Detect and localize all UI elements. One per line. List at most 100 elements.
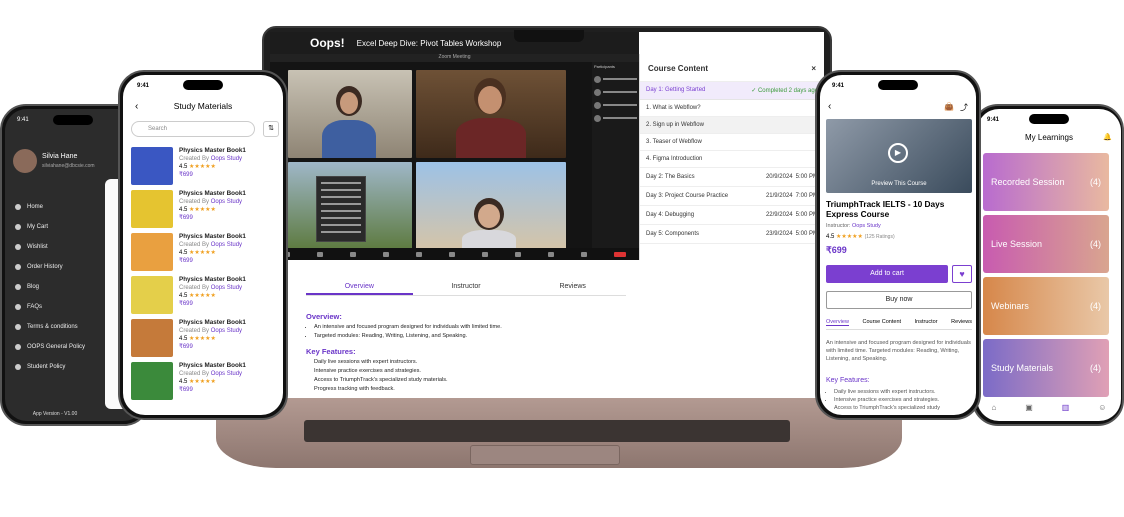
tab-instructor[interactable]: Instructor (413, 280, 520, 295)
participants-panel: Participants (592, 62, 639, 252)
list-item[interactable]: Physics Master Book1 Created By Oops Stud… (131, 362, 281, 404)
page-title: Study Materials (173, 101, 233, 111)
heart-icon (15, 244, 21, 250)
search-input[interactable]: Search (131, 121, 255, 137)
book-thumbnail (131, 147, 173, 185)
menu-item-student-policy[interactable]: Student Policy (5, 357, 105, 377)
day-1-label: Day 1: Getting Started (646, 87, 706, 93)
features-heading: Key Features: (306, 347, 356, 356)
security-icon[interactable] (349, 251, 356, 257)
bag-icon[interactable]: 👜 (944, 102, 954, 111)
instructor-line: Instructor: Oops Study (826, 223, 881, 229)
laptop-trackpad (470, 445, 620, 465)
feature-point: Daily live sessions with expert instruct… (834, 388, 972, 396)
list-item[interactable]: Physics Master Book1 Created By Oops Stud… (131, 147, 281, 189)
tab-instructor[interactable]: Instructor (915, 319, 938, 326)
status-time: 9:41 (17, 117, 29, 123)
lesson-item[interactable]: 1. What is Webflow? (640, 100, 824, 117)
learnings-phone: 9:41 My Learnings 🔔 Recorded Session (4) … (972, 104, 1124, 426)
overview-point: An intensive and focused program designe… (314, 323, 626, 332)
buy-now-button[interactable]: Buy now (826, 291, 972, 309)
menu-item-home[interactable]: Home (5, 197, 105, 217)
book-thumbnail (131, 319, 173, 357)
user-email: silviahane@dbcsie.com (42, 163, 95, 169)
meeting-toolbar (270, 248, 639, 260)
list-item[interactable]: Physics Master Book1 Created By Oops Stud… (131, 190, 281, 232)
status-time: 9:41 (832, 83, 845, 89)
play-icon[interactable]: ▶ (888, 143, 908, 163)
list-item[interactable]: Physics Master Book1 Created By Oops Stud… (131, 276, 281, 318)
end-meeting-button[interactable] (613, 251, 626, 257)
share-icon[interactable]: ⤴ (960, 102, 968, 113)
list-item[interactable]: Physics Master Book1 Created By Oops Stud… (131, 319, 281, 361)
lesson-item[interactable]: 3. Teaser of Webflow (640, 134, 824, 151)
share-icon[interactable] (448, 251, 455, 257)
participants-menu[interactable] (316, 176, 366, 242)
menu-item-faqs[interactable]: FAQs (5, 297, 105, 317)
menu-item-cart[interactable]: My Cart (5, 217, 105, 237)
feature-point: Progress tracking with feedback. (314, 385, 626, 394)
more-icon[interactable] (580, 251, 587, 257)
day-1-row[interactable]: Day 1: Getting Started ✓ Completed 2 day… (640, 82, 824, 100)
lesson-item[interactable]: 2. Sign up in Webflow (640, 117, 824, 134)
menu-item-terms[interactable]: Terms & conditions (5, 317, 105, 337)
tab-reviews[interactable]: Reviews (951, 319, 972, 326)
study-materials-phone: 9:41 ‹ Study Materials Search ⇅ Physics … (118, 70, 288, 420)
video-tile-city[interactable] (416, 162, 566, 250)
reactions-icon[interactable] (514, 251, 521, 257)
profile-icon[interactable]: ☺ (1098, 403, 1106, 412)
feature-point: Intensive practice exercises and strateg… (314, 367, 626, 376)
history-icon (15, 264, 21, 270)
menu-item-wishlist[interactable]: Wishlist (5, 237, 105, 257)
card-live-session[interactable]: Live Session (4) (983, 215, 1109, 273)
lesson-item[interactable]: 4. Figma Introduction (640, 151, 824, 168)
avatar[interactable] (13, 149, 37, 173)
day-name: Day 4: Debugging (646, 212, 695, 218)
feature-point: Access to TriumphTrack's specialized stu… (834, 404, 972, 412)
participants-icon[interactable] (382, 251, 389, 257)
back-icon[interactable]: ‹ (828, 101, 831, 112)
menu-item-blog[interactable]: Blog (5, 277, 105, 297)
tab-reviews[interactable]: Reviews (519, 280, 626, 295)
close-icon[interactable]: × (811, 64, 816, 73)
day-row[interactable]: Day 5: Components 23/9/2024 5:00 PM (640, 225, 824, 244)
add-to-cart-button[interactable]: Add to cart (826, 265, 948, 283)
tab-overview[interactable]: Overview (306, 280, 413, 295)
chat-icon[interactable] (415, 251, 422, 257)
menu-item-order-history[interactable]: Order History (5, 257, 105, 277)
overview-heading: Overview: (306, 312, 342, 321)
course-content-title: Course Content (648, 64, 708, 73)
sort-icon[interactable]: ⇅ (263, 121, 279, 137)
overview-point: Targeted modules: Reading, Writing, List… (314, 332, 626, 341)
menu-item-policy[interactable]: OOPS General Policy (5, 337, 105, 357)
laptop-tabs: Overview Instructor Reviews (306, 280, 626, 296)
side-menu: Home My Cart Wishlist Order History Blog… (5, 197, 105, 377)
features-heading: Key Features: (826, 377, 870, 384)
video-tile-man[interactable] (416, 70, 566, 158)
video-icon[interactable] (316, 251, 323, 257)
card-webinars[interactable]: Webinars (4) (983, 277, 1109, 335)
course-video-preview[interactable]: ▶ Preview This Course (826, 119, 972, 193)
card-study-materials[interactable]: Study Materials (4) (983, 339, 1109, 397)
day-row[interactable]: Day 2: The Basics 20/9/2024 5:00 PM (640, 168, 824, 187)
day-row[interactable]: Day 3: Project Course Practice 21/9/2024 7… (640, 187, 824, 206)
apps-icon[interactable] (547, 251, 554, 257)
home-icon[interactable]: ⌂ (991, 403, 996, 412)
list-item[interactable]: Physics Master Book1 Created By Oops Stud… (131, 233, 281, 275)
document-icon (15, 324, 21, 330)
day-row[interactable]: Day 4: Debugging 22/9/2024 5:00 PM (640, 206, 824, 225)
wishlist-heart-icon[interactable]: ♥ (952, 265, 972, 283)
tab-overview[interactable]: Overview (826, 319, 849, 326)
video-tile-woman[interactable] (288, 70, 412, 158)
bell-icon[interactable]: 🔔 (1103, 133, 1112, 141)
record-icon[interactable] (481, 251, 488, 257)
app-logo: Oops! (310, 36, 345, 50)
zoom-window-title: Zoom Meeting (270, 54, 639, 62)
camera-notch (514, 30, 584, 42)
learnings-icon[interactable]: ▥ (1062, 403, 1070, 412)
meeting-title: Excel Deep Dive: Pivot Tables Workshop (356, 38, 502, 48)
grid-icon[interactable]: ▣ (1025, 403, 1033, 412)
course-detail-phone: 9:41 ‹ 👜 ⤴ ▶ Preview This Course Triumph… (815, 70, 981, 420)
card-recorded-session[interactable]: Recorded Session (4) (983, 153, 1109, 211)
tab-course-content[interactable]: Course Content (863, 319, 902, 326)
